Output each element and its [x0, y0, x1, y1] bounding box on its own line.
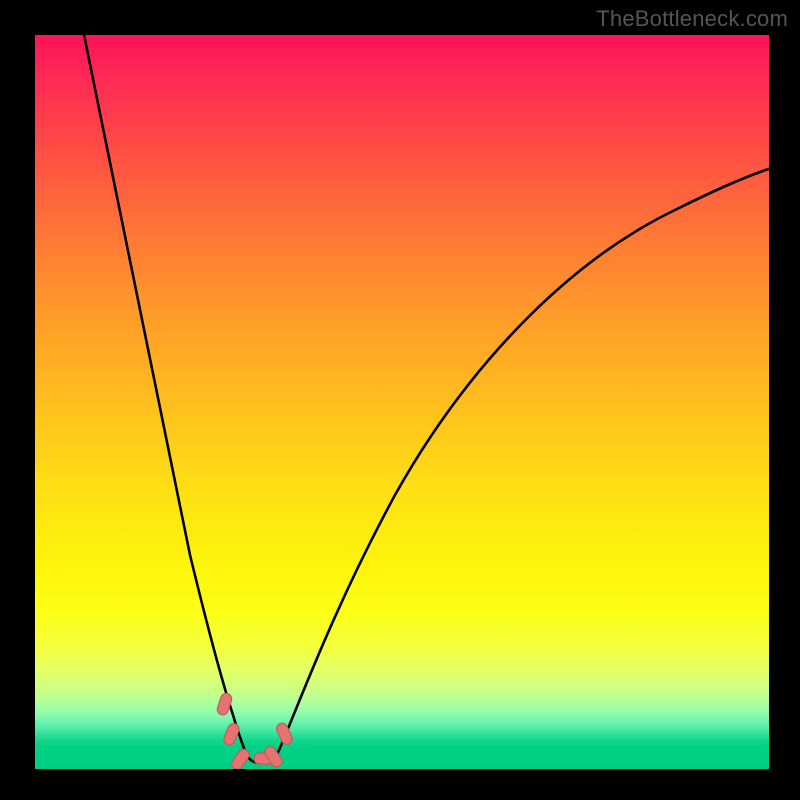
curve-right-branch [276, 167, 769, 757]
marker [216, 692, 233, 716]
bottleneck-curve [35, 35, 769, 769]
curve-markers [216, 692, 294, 769]
marker [222, 722, 240, 747]
plot-area [35, 35, 769, 769]
watermark-text: TheBottleneck.com [596, 6, 788, 32]
root-frame: TheBottleneck.com [0, 0, 800, 800]
marker [275, 721, 294, 746]
marker [230, 747, 252, 769]
curve-left-branch [82, 35, 248, 757]
